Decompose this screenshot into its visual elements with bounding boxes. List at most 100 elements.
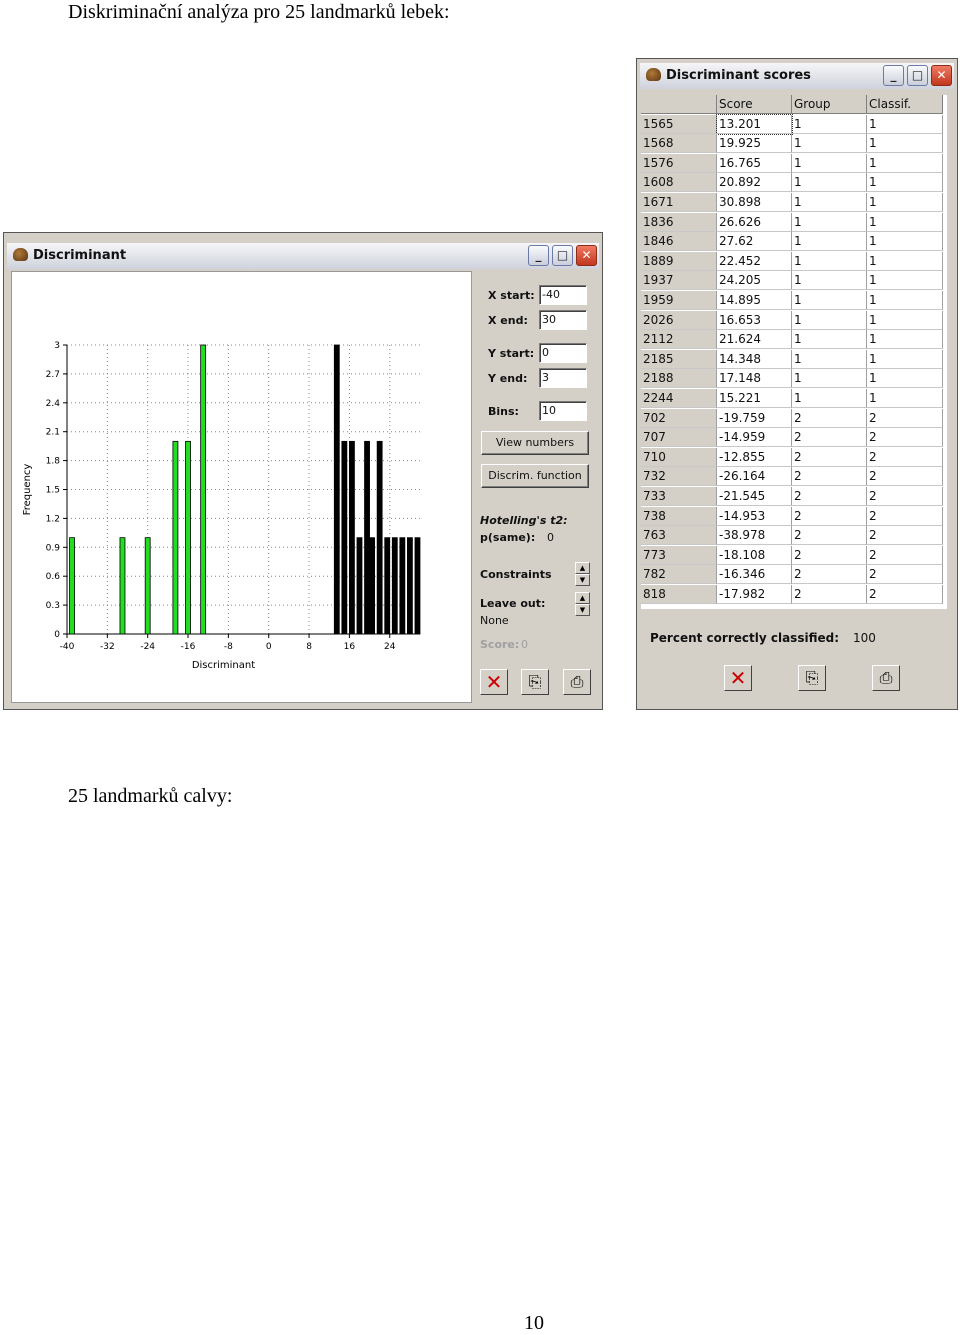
row-header-cell[interactable]: 2112: [641, 330, 717, 350]
table-cell[interactable]: 2: [792, 447, 867, 467]
row-header-cell[interactable]: 1889: [641, 251, 717, 271]
table-cell[interactable]: 1: [867, 232, 943, 252]
row-header-cell[interactable]: 738: [641, 506, 717, 526]
table-cell[interactable]: 2: [867, 487, 943, 506]
table-cell[interactable]: 1: [792, 389, 867, 408]
table-cell[interactable]: -38.978: [717, 526, 792, 546]
table-cell[interactable]: 14.348: [717, 349, 792, 369]
table-cell[interactable]: -18.108: [717, 545, 792, 565]
table-cell[interactable]: 1: [867, 212, 943, 232]
copy-icon[interactable]: ⎘: [798, 665, 826, 691]
table-row[interactable]: 2188 17.148 1 1: [641, 369, 943, 389]
table-row[interactable]: 1836 26.626 1 1: [641, 212, 943, 233]
table-cell[interactable]: 2: [867, 565, 943, 585]
table-cell[interactable]: 27.62: [717, 232, 792, 252]
table-cell[interactable]: 1: [792, 114, 867, 134]
table-cell[interactable]: 14.895: [717, 291, 792, 310]
table-cell[interactable]: 2: [792, 408, 867, 428]
table-row[interactable]: 763 -38.978 2 2: [641, 526, 943, 546]
table-row[interactable]: 2244 15.221 1 1: [641, 389, 943, 409]
table-cell[interactable]: 1: [867, 330, 943, 350]
table-row[interactable]: 738 -14.953 2 2: [641, 506, 943, 527]
table-cell[interactable]: 2: [792, 526, 867, 546]
table-cell[interactable]: 2: [867, 428, 943, 448]
table-cell[interactable]: 2: [867, 447, 943, 467]
table-cell[interactable]: 19.925: [717, 134, 792, 154]
table-cell[interactable]: 1: [867, 114, 943, 134]
row-header-cell[interactable]: 1836: [641, 212, 717, 232]
table-cell[interactable]: 1: [792, 271, 867, 291]
table-row[interactable]: 2185 14.348 1 1: [641, 349, 943, 370]
row-header-cell[interactable]: 1568: [641, 134, 717, 154]
table-cell[interactable]: 2: [792, 428, 867, 448]
table-cell[interactable]: 1: [867, 310, 943, 330]
minimize-icon[interactable]: _: [883, 65, 904, 86]
x-end-input[interactable]: 30: [539, 310, 587, 330]
table-cell[interactable]: 1: [867, 349, 943, 369]
table-row[interactable]: 1671 30.898 1 1: [641, 193, 943, 213]
table-cell[interactable]: 1: [792, 369, 867, 389]
table-cell[interactable]: 1: [867, 389, 943, 408]
table-cell[interactable]: 1: [867, 134, 943, 154]
table-cell[interactable]: 1: [867, 173, 943, 193]
table-cell[interactable]: 1: [792, 251, 867, 271]
view-numbers-button[interactable]: View numbers: [481, 431, 589, 455]
table-cell[interactable]: 22.452: [717, 251, 792, 271]
scores-titlebar[interactable]: Discriminant scores _ □ ✕: [640, 63, 954, 89]
table-row[interactable]: 733 -21.545 2 2: [641, 487, 943, 507]
row-header-cell[interactable]: 1846: [641, 232, 717, 252]
table-row[interactable]: 1608 20.892 1 1: [641, 173, 943, 193]
table-row[interactable]: 707 -14.959 2 2: [641, 428, 943, 448]
row-header-cell[interactable]: 707: [641, 428, 717, 448]
table-cell[interactable]: -14.959: [717, 428, 792, 448]
table-cell[interactable]: 1: [792, 173, 867, 193]
table-cell[interactable]: 2: [867, 506, 943, 526]
table-cell[interactable]: 30.898: [717, 193, 792, 212]
row-header-cell[interactable]: 1608: [641, 173, 717, 193]
table-row[interactable]: 1568 19.925 1 1: [641, 134, 943, 154]
spin-up-icon[interactable]: ▲: [575, 562, 590, 574]
table-cell[interactable]: 1: [792, 193, 867, 212]
spin-up-icon[interactable]: ▲: [575, 592, 590, 604]
maximize-icon[interactable]: □: [552, 245, 573, 266]
table-cell[interactable]: 2: [792, 585, 867, 604]
table-row[interactable]: 2112 21.624 1 1: [641, 330, 943, 350]
row-header-cell[interactable]: 732: [641, 467, 717, 487]
table-cell[interactable]: 21.624: [717, 330, 792, 350]
print-icon[interactable]: ⎙: [563, 669, 591, 695]
table-row[interactable]: 1937 24.205 1 1: [641, 271, 943, 291]
x-start-input[interactable]: -40: [539, 285, 587, 305]
table-cell[interactable]: 2: [867, 585, 943, 604]
table-row[interactable]: 732 -26.164 2 2: [641, 467, 943, 487]
row-header-cell[interactable]: 1671: [641, 193, 717, 212]
table-cell[interactable]: 1: [867, 271, 943, 291]
bins-input[interactable]: 10: [539, 401, 587, 421]
table-cell[interactable]: 1: [792, 349, 867, 369]
table-cell[interactable]: 17.148: [717, 369, 792, 389]
row-header-cell[interactable]: 818: [641, 585, 717, 604]
row-header-cell[interactable]: 782: [641, 565, 717, 585]
row-header-cell[interactable]: 1565: [641, 114, 717, 134]
row-header-cell[interactable]: 1937: [641, 271, 717, 291]
table-cell[interactable]: -12.855: [717, 447, 792, 467]
table-cell[interactable]: 1: [867, 369, 943, 389]
table-row[interactable]: 773 -18.108 2 2: [641, 545, 943, 566]
constraints-spinner[interactable]: ▲ ▼: [575, 562, 590, 586]
table-cell[interactable]: 1: [792, 330, 867, 350]
table-cell[interactable]: -21.545: [717, 487, 792, 506]
row-header-cell[interactable]: 733: [641, 487, 717, 506]
close-window-icon[interactable]: ✕: [931, 65, 952, 86]
table-cell[interactable]: 2: [867, 526, 943, 546]
table-cell[interactable]: -26.164: [717, 467, 792, 487]
table-cell[interactable]: 1: [867, 193, 943, 212]
table-cell[interactable]: 24.205: [717, 271, 792, 291]
table-cell[interactable]: 1: [792, 153, 867, 173]
column-header[interactable]: Classif.: [867, 95, 943, 114]
table-cell[interactable]: 20.892: [717, 173, 792, 193]
table-cell[interactable]: 1: [867, 291, 943, 310]
row-header-cell[interactable]: 763: [641, 526, 717, 546]
y-start-input[interactable]: 0: [539, 343, 587, 363]
table-row[interactable]: 1959 14.895 1 1: [641, 291, 943, 311]
spin-down-icon[interactable]: ▼: [575, 604, 590, 616]
table-row[interactable]: 818 -17.982 2 2: [641, 585, 943, 605]
